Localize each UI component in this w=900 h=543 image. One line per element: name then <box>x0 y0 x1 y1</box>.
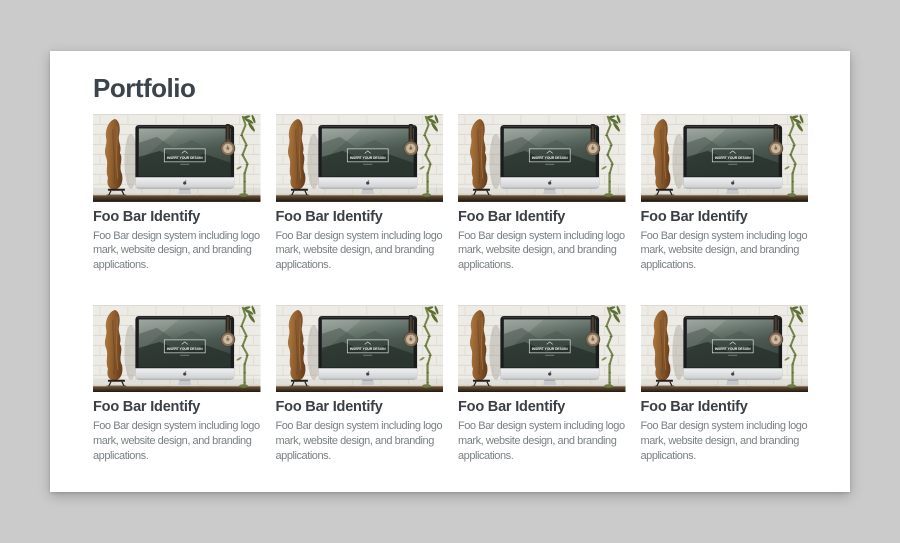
imac-desk-mockup-image: INSERT YOUR DESIGN <box>641 114 809 202</box>
imac-desk-mockup-image: INSERT YOUR DESIGN <box>276 114 444 202</box>
portfolio-item-title: Foo Bar Identify <box>641 209 809 225</box>
portfolio-item[interactable]: INSERT YOUR DESIGN Foo Bar Identify Foo … <box>458 305 626 464</box>
portfolio-item-description: Foo Bar design system including logo mar… <box>93 419 261 463</box>
portfolio-item[interactable]: INSERT YOUR DESIGN Foo Bar Identify Foo … <box>641 114 809 273</box>
imac-desk-mockup-image: INSERT YOUR DESIGN <box>93 305 261 393</box>
portfolio-item-description: Foo Bar design system including logo mar… <box>641 419 809 463</box>
portfolio-item-description: Foo Bar design system including logo mar… <box>458 229 626 273</box>
portfolio-item-title: Foo Bar Identify <box>641 399 809 415</box>
screen-overlay-text: INSERT YOUR DESIGN <box>714 155 750 160</box>
portfolio-item-title: Foo Bar Identify <box>458 209 626 225</box>
portfolio-item-description: Foo Bar design system including logo mar… <box>276 229 444 273</box>
portfolio-item[interactable]: INSERT YOUR DESIGN Foo Bar Identify Foo … <box>93 305 261 464</box>
portfolio-thumbnail[interactable]: INSERT YOUR DESIGN <box>641 305 809 393</box>
portfolio-item-title: Foo Bar Identify <box>458 399 626 415</box>
screen-overlay-text: INSERT YOUR DESIGN <box>532 345 568 350</box>
portfolio-thumbnail[interactable]: INSERT YOUR DESIGN <box>641 114 809 202</box>
portfolio-thumbnail[interactable]: INSERT YOUR DESIGN <box>93 305 261 393</box>
imac-desk-mockup-image: INSERT YOUR DESIGN <box>93 114 261 202</box>
portfolio-item-description: Foo Bar design system including logo mar… <box>93 229 261 273</box>
page-title: Portfolio <box>93 73 808 104</box>
portfolio-item-title: Foo Bar Identify <box>93 399 261 415</box>
portfolio-item-title: Foo Bar Identify <box>276 209 444 225</box>
portfolio-item-title: Foo Bar Identify <box>276 399 444 415</box>
imac-desk-mockup-image: INSERT YOUR DESIGN <box>276 305 444 393</box>
portfolio-item-description: Foo Bar design system including logo mar… <box>276 419 444 463</box>
screen-overlay-text: INSERT YOUR DESIGN <box>532 155 568 160</box>
portfolio-item[interactable]: INSERT YOUR DESIGN Foo Bar Identify Foo … <box>276 305 444 464</box>
portfolio-item[interactable]: INSERT YOUR DESIGN Foo Bar Identify Foo … <box>93 114 261 273</box>
screen-overlay-text: INSERT YOUR DESIGN <box>167 345 203 350</box>
screen-overlay-text: INSERT YOUR DESIGN <box>349 155 385 160</box>
portfolio-grid: INSERT YOUR DESIGN Foo Bar Identify Foo … <box>93 114 808 463</box>
portfolio-thumbnail[interactable]: INSERT YOUR DESIGN <box>93 114 261 202</box>
imac-desk-mockup-image: INSERT YOUR DESIGN <box>458 305 626 393</box>
imac-desk-mockup-image: INSERT YOUR DESIGN <box>641 305 809 393</box>
screen-overlay-text: INSERT YOUR DESIGN <box>714 345 750 350</box>
portfolio-item[interactable]: INSERT YOUR DESIGN Foo Bar Identify Foo … <box>276 114 444 273</box>
portfolio-item-description: Foo Bar design system including logo mar… <box>458 419 626 463</box>
portfolio-item[interactable]: INSERT YOUR DESIGN Foo Bar Identify Foo … <box>458 114 626 273</box>
screen-overlay-text: INSERT YOUR DESIGN <box>349 345 385 350</box>
portfolio-thumbnail[interactable]: INSERT YOUR DESIGN <box>276 114 444 202</box>
portfolio-thumbnail[interactable]: INSERT YOUR DESIGN <box>458 114 626 202</box>
screen-overlay-text: INSERT YOUR DESIGN <box>167 155 203 160</box>
imac-desk-mockup-image: INSERT YOUR DESIGN <box>458 114 626 202</box>
portfolio-thumbnail[interactable]: INSERT YOUR DESIGN <box>458 305 626 393</box>
portfolio-thumbnail[interactable]: INSERT YOUR DESIGN <box>276 305 444 393</box>
portfolio-item-description: Foo Bar design system including logo mar… <box>641 229 809 273</box>
portfolio-item-title: Foo Bar Identify <box>93 209 261 225</box>
page-background: { "colors": { "page_background": "#cbcbc… <box>0 0 900 543</box>
portfolio-item[interactable]: INSERT YOUR DESIGN Foo Bar Identify Foo … <box>641 305 809 464</box>
content-card: Portfolio INSERT YOUR DESIGN Foo Bar Ide… <box>50 51 850 492</box>
